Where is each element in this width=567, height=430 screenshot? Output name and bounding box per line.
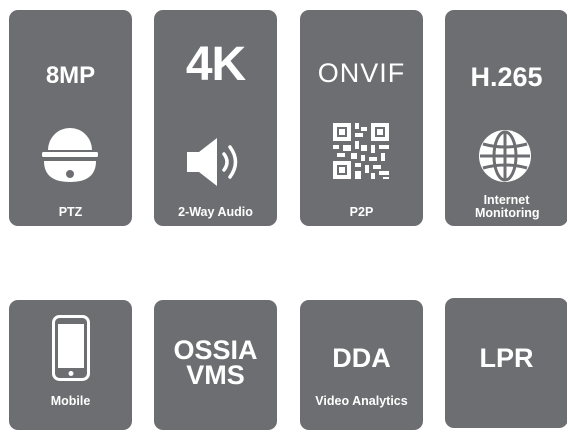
tile-caption: Internet Monitoring bbox=[475, 193, 540, 220]
globe-icon bbox=[479, 130, 531, 182]
smartphone-icon bbox=[52, 315, 90, 381]
tile-title: DDA bbox=[332, 343, 391, 373]
feature-tile-lpr: LPR bbox=[445, 298, 567, 428]
feature-tile-h265-internet: H.265 Internet Monitoring bbox=[445, 10, 567, 226]
tile-caption: Mobile bbox=[50, 394, 91, 408]
tile-title: 4K bbox=[185, 38, 246, 91]
feature-tile-8mp-ptz: 8MP PTZ bbox=[9, 10, 132, 226]
tile-title: 8MP bbox=[45, 62, 96, 89]
tile-title: H.265 bbox=[470, 62, 543, 92]
tile-caption: Video Analytics bbox=[315, 394, 408, 408]
tile-caption: 2-Way Audio bbox=[178, 205, 253, 219]
feature-tile-mobile: Mobile bbox=[9, 300, 132, 430]
qr-code-icon bbox=[333, 123, 389, 179]
feature-tile-ossia-vms: OSSIA VMS bbox=[154, 300, 277, 430]
tile-title: LPR bbox=[479, 343, 534, 373]
feature-tile-onvif-p2p: ONVIF P2P bbox=[300, 10, 423, 226]
tile-caption: P2P bbox=[349, 205, 374, 219]
feature-tile-dda-analytics: DDA Video Analytics bbox=[300, 300, 423, 430]
ptz-dome-camera-icon bbox=[42, 128, 98, 182]
tile-caption: PTZ bbox=[58, 205, 83, 219]
speaker-icon bbox=[187, 138, 238, 186]
feature-tile-4k-audio: 4K 2-Way Audio bbox=[154, 10, 277, 226]
onvif-logo-text: ONVIF bbox=[317, 58, 406, 88]
onvif-logo: ONVIF bbox=[300, 58, 423, 89]
tile-title-line2: VMS bbox=[186, 360, 245, 390]
